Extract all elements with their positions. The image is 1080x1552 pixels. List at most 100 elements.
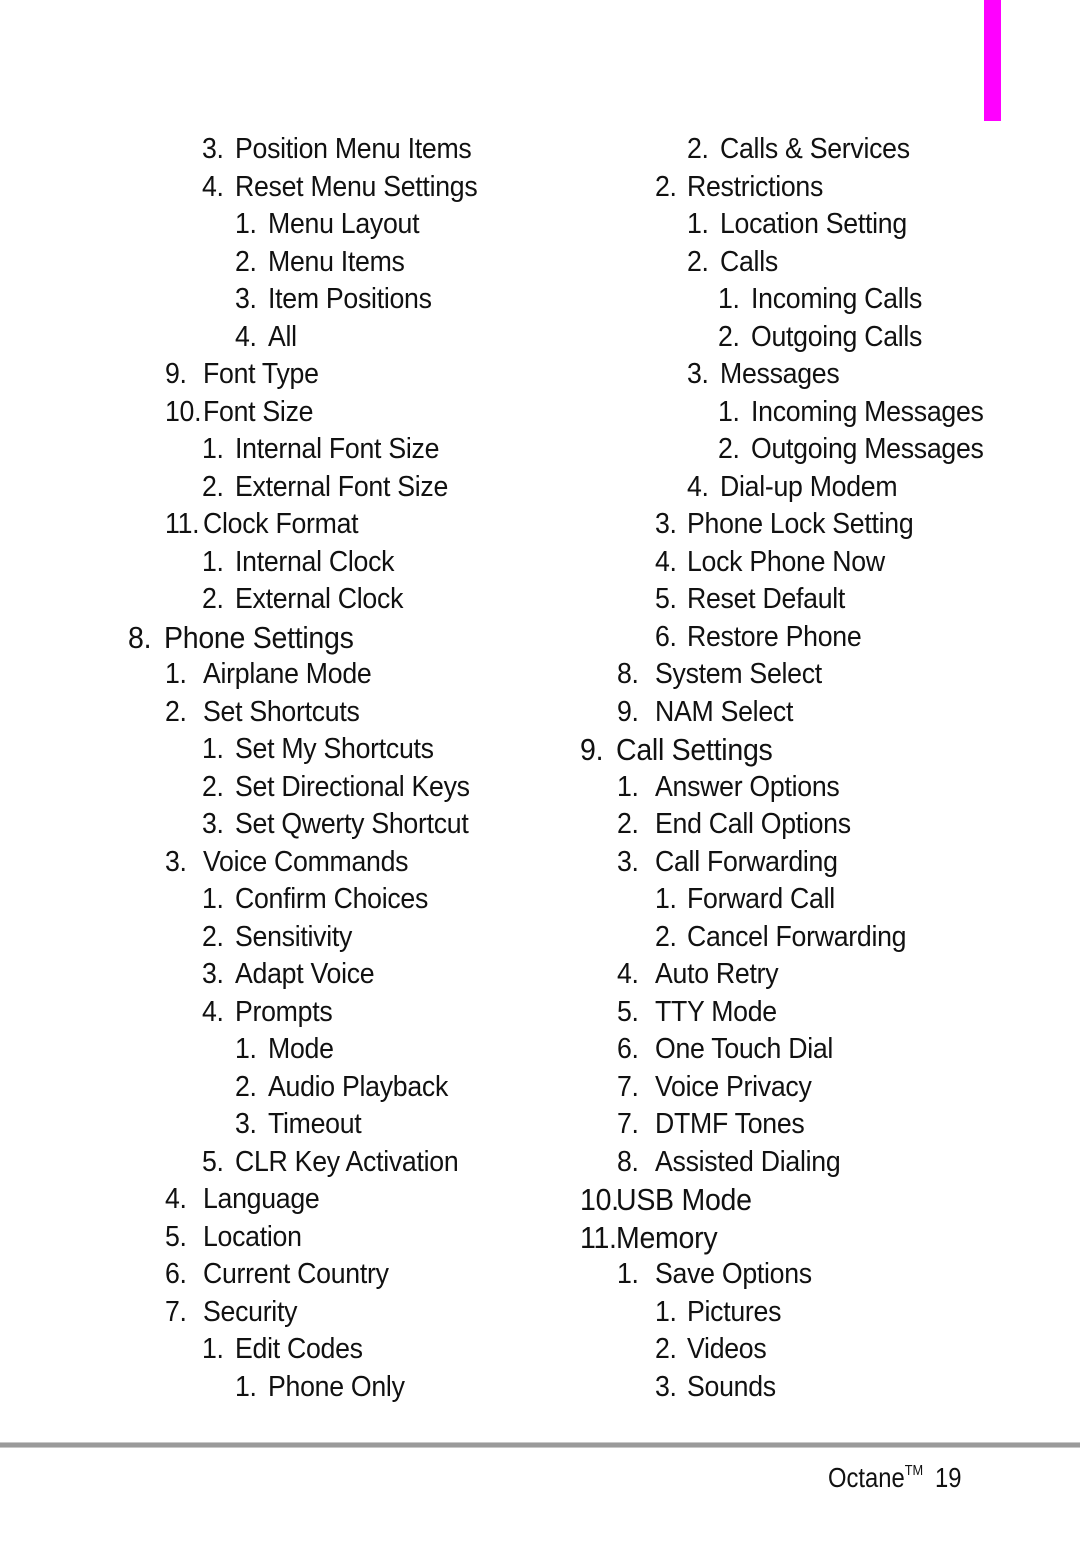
menu-item-number: 6. xyxy=(655,620,677,653)
menu-item-number: 1. xyxy=(202,733,224,765)
menu-item-number: 1. xyxy=(202,545,224,578)
menu-item: 7. Security xyxy=(165,1294,297,1332)
menu-item-label: Videos xyxy=(686,1333,767,1365)
menu-item-label: Internal Clock xyxy=(234,545,395,578)
menu-item-label: Outgoing Messages xyxy=(750,433,984,465)
menu-item-number: 1. xyxy=(655,883,677,915)
menu-item-label: Set Qwerty Shortcut xyxy=(234,808,469,840)
menu-item: 3. Position Menu Items xyxy=(202,131,472,169)
menu-item-number: 2. xyxy=(718,320,740,353)
menu-item-label: Phone Lock Setting xyxy=(686,508,914,540)
menu-item-number: 6. xyxy=(617,1033,639,1065)
menu-item: 5. Location xyxy=(165,1219,302,1257)
menu-item-number: 2. xyxy=(687,245,709,278)
menu-item-number: 5. xyxy=(655,583,677,615)
menu-item: 10.USB Mode xyxy=(580,1181,752,1219)
menu-item: 1. Internal Clock xyxy=(202,544,395,582)
menu-item: 9. Font Type xyxy=(165,356,319,394)
menu-item-label: Forward Call xyxy=(686,883,835,915)
menu-item-number: 1. xyxy=(235,208,257,240)
menu-item-label: Memory xyxy=(615,1219,718,1255)
menu-item-number: 4. xyxy=(617,958,639,990)
menu-item-label: External Clock xyxy=(234,583,404,615)
menu-item: 2. Calls & Services xyxy=(687,131,910,169)
menu-item-label: Location xyxy=(202,1220,302,1253)
menu-item-number: 4. xyxy=(687,470,709,503)
menu-item-label: Confirm Choices xyxy=(234,883,429,915)
menu-item-number: 2. xyxy=(617,808,639,840)
menu-item: 4. All xyxy=(235,319,297,357)
menu-item-number: 2. xyxy=(655,170,677,203)
menu-item: 5. Reset Default xyxy=(655,581,845,619)
menu-item: 2. Sensitivity xyxy=(202,919,352,957)
menu-item-label: Timeout xyxy=(267,1108,362,1140)
menu-item-label: Dial-up Modem xyxy=(719,470,898,503)
menu-item-label: One Touch Dial xyxy=(654,1033,834,1065)
menu-item-number: 1. xyxy=(687,208,709,240)
menu-item-label: Assisted Dialing xyxy=(654,1145,841,1178)
menu-item-number: 7. xyxy=(165,1295,187,1328)
menu-item-number: 1. xyxy=(617,770,639,803)
menu-item: 3. Call Forwarding xyxy=(617,844,838,882)
menu-item: 1. Location Setting xyxy=(687,206,907,244)
menu-item-number: 3. xyxy=(655,1370,677,1403)
menu-item: 4. Lock Phone Now xyxy=(655,544,885,582)
menu-item-label: Set Directional Keys xyxy=(234,770,470,803)
menu-item: 4. Auto Retry xyxy=(617,956,779,994)
menu-item: 3. Messages xyxy=(687,356,840,394)
menu-item-label: Voice Privacy xyxy=(654,1070,812,1103)
menu-item-number: 1. xyxy=(655,1295,677,1328)
menu-item-number: 1. xyxy=(202,883,224,915)
menu-item: 8. Phone Settings xyxy=(128,619,354,657)
menu-item-number: 9. xyxy=(580,732,604,767)
menu-item-label: Set My Shortcuts xyxy=(234,733,434,765)
menu-item-label: Clock Format xyxy=(202,508,359,540)
menu-item-label: Mode xyxy=(267,1033,334,1065)
menu-item-label: Font Size xyxy=(202,395,314,428)
menu-item-label: Position Menu Items xyxy=(234,133,472,165)
menu-item-number: 4. xyxy=(202,995,224,1028)
menu-item-label: External Font Size xyxy=(234,470,449,503)
menu-item: 1. Phone Only xyxy=(235,1369,405,1407)
menu-item: 2. Cancel Forwarding xyxy=(655,919,907,957)
menu-item-label: All xyxy=(267,320,297,353)
menu-item-number: 3. xyxy=(617,845,639,878)
menu-item-number: 5. xyxy=(165,1220,187,1253)
page-number: 19 xyxy=(935,1462,962,1493)
menu-item-label: Location Setting xyxy=(719,208,907,240)
menu-item: 11. Clock Format xyxy=(165,506,359,544)
menu-item: 1. Set My Shortcuts xyxy=(202,731,434,769)
menu-item-label: Auto Retry xyxy=(654,958,779,990)
menu-item: 2. Calls xyxy=(687,244,778,282)
menu-item-label: Voice Commands xyxy=(202,845,409,878)
menu-item-label: TTY Mode xyxy=(654,995,777,1028)
menu-item: 1. Save Options xyxy=(617,1256,812,1294)
menu-item-number: 1. xyxy=(165,658,187,690)
menu-item-label: Messages xyxy=(719,358,840,390)
section-tab-marker xyxy=(984,0,1001,121)
menu-item-label: Audio Playback xyxy=(267,1070,449,1103)
menu-item: 3. Sounds xyxy=(655,1369,776,1407)
menu-item: 2. Audio Playback xyxy=(235,1069,448,1107)
menu-item-label: Outgoing Calls xyxy=(750,320,923,353)
menu-item: 1. Menu Layout xyxy=(235,206,419,244)
menu-item-label: Calls xyxy=(719,245,778,278)
menu-item-number: 4. xyxy=(202,170,224,203)
menu-item: 6. One Touch Dial xyxy=(617,1031,833,1069)
menu-item-label: DTMF Tones xyxy=(654,1108,805,1140)
menu-item: 2. External Clock xyxy=(202,581,403,619)
menu-item-label: Sensitivity xyxy=(234,920,353,953)
menu-item-number: 3. xyxy=(165,845,187,878)
menu-item-number: 3. xyxy=(202,808,224,840)
menu-item-label: Lock Phone Now xyxy=(686,545,885,578)
menu-item-number: 2. xyxy=(655,1333,677,1365)
menu-item-number: 4. xyxy=(655,545,677,578)
menu-item-number: 3. xyxy=(687,358,709,390)
menu-item-label: Language xyxy=(202,1183,320,1215)
menu-item: 3. Adapt Voice xyxy=(202,956,375,994)
menu-item-number: 2. xyxy=(202,583,224,615)
menu-item: 2. Outgoing Messages xyxy=(718,431,984,469)
menu-item: 3. Item Positions xyxy=(235,281,432,319)
menu-item-label: Prompts xyxy=(234,995,333,1028)
menu-item-label: Menu Items xyxy=(267,245,405,278)
